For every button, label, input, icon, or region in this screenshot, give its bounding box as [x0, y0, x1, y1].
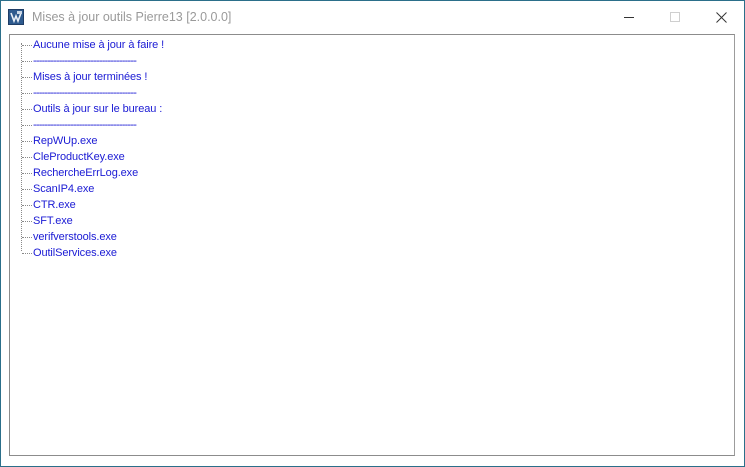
window-title: Mises à jour outils Pierre13 [2.0.0.0]	[32, 10, 232, 24]
minimize-icon	[624, 17, 634, 18]
window-frame-bottom	[1, 459, 744, 466]
tree-node-label: OutilServices.exe	[33, 247, 117, 259]
maximize-button[interactable]	[652, 1, 698, 33]
client-area: Aucune mise à jour à faire ! -----------…	[8, 33, 737, 459]
tree-branch-line	[22, 141, 32, 142]
tree-node-label: CleProductKey.exe	[33, 151, 125, 163]
tree-branch-line	[22, 205, 32, 206]
app-logo-icon	[8, 9, 24, 25]
tree-node-label: CTR.exe	[33, 199, 76, 211]
tree-node-label: Outils à jour sur le bureau :	[33, 103, 163, 115]
close-button[interactable]	[698, 1, 744, 33]
tree-node-label: SFT.exe	[33, 215, 73, 227]
tree-node-label: RepWUp.exe	[33, 135, 98, 147]
tree-branch-line	[22, 253, 32, 254]
app-window: Mises à jour outils Pierre13 [2.0.0.0] A…	[0, 0, 745, 467]
window-frame-right	[737, 33, 744, 459]
tree-node-label: Mises à jour terminées !	[33, 71, 148, 83]
tree-branch-line	[22, 93, 32, 94]
tree-branch-line	[22, 45, 32, 46]
tree-node-label: verifverstools.exe	[33, 231, 117, 243]
tree-view[interactable]: Aucune mise à jour à faire ! -----------…	[9, 34, 735, 456]
tree-branch-line	[22, 221, 32, 222]
tree-branch-line	[22, 189, 32, 190]
tree-node-label: Aucune mise à jour à faire !	[33, 39, 165, 51]
tree-node-label: ScanIP4.exe	[33, 183, 95, 195]
tree-branch-line	[22, 157, 32, 158]
tree-branch-line	[22, 77, 32, 78]
tree-node-label: RechercheErrLog.exe	[33, 167, 139, 179]
tree-node-separator: ------------------------------------	[33, 87, 137, 99]
title-bar[interactable]: Mises à jour outils Pierre13 [2.0.0.0]	[1, 1, 744, 33]
tree-branch-line	[22, 173, 32, 174]
tree-node-separator: ------------------------------------	[33, 55, 137, 67]
tree-branch-line	[22, 61, 32, 62]
minimize-button[interactable]	[606, 1, 652, 33]
tree-connector-line	[21, 43, 22, 251]
close-icon	[715, 11, 727, 23]
tree-branch-line	[22, 237, 32, 238]
tree-node-separator: ------------------------------------	[33, 119, 137, 131]
maximize-icon	[670, 12, 680, 22]
tree-branch-line	[22, 125, 32, 126]
tree-branch-line	[22, 109, 32, 110]
